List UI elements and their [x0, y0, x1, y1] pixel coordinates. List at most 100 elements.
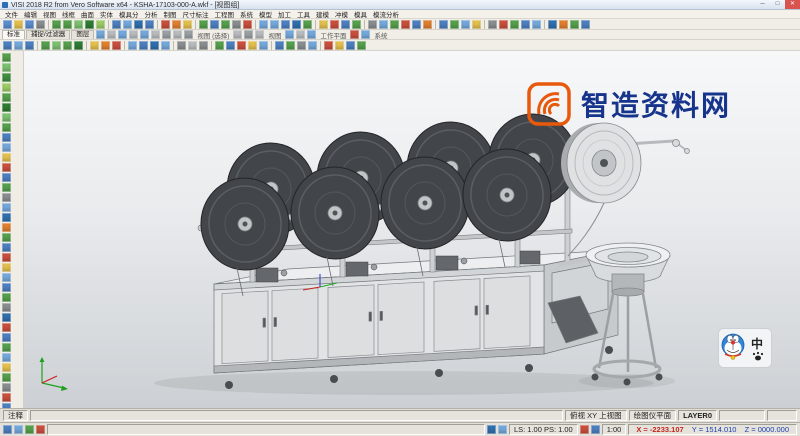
menu-item-7[interactable]: 分析 [142, 9, 161, 19]
toolbar2-icon-11[interactable] [112, 41, 121, 50]
tabrow-g3-icon-0[interactable] [285, 30, 294, 39]
sidebar-icon-10[interactable] [2, 153, 11, 162]
toolbar2-icon-30[interactable] [297, 41, 306, 50]
sidebar-icon-13[interactable] [2, 183, 11, 192]
toolbar1-icon-34[interactable] [341, 20, 350, 29]
tabrow-g2-icon-2[interactable] [255, 30, 264, 39]
sidebar-icon-29[interactable] [2, 343, 11, 352]
menu-item-11[interactable]: 系统 [237, 9, 256, 19]
toolbar2-icon-23[interactable] [226, 41, 235, 50]
menu-item-4[interactable]: 曲面 [78, 9, 97, 19]
sidebar-icon-6[interactable] [2, 113, 11, 122]
toolbar1-icon-50[interactable] [499, 20, 508, 29]
toolbar2-icon-1[interactable] [14, 41, 23, 50]
close-button[interactable]: ✕ [785, 0, 800, 9]
tabrow-g4-icon-0[interactable] [350, 30, 359, 39]
toolbar2-icon-5[interactable] [52, 41, 61, 50]
annotation-label[interactable]: 注释 [3, 410, 28, 421]
work-plane-label[interactable]: 绘图仪平面 [629, 410, 677, 421]
sidebar-icon-19[interactable] [2, 243, 11, 252]
toolbar1-icon-58[interactable] [581, 20, 590, 29]
toolbar1-icon-16[interactable] [161, 20, 170, 29]
toolbar1-icon-49[interactable] [488, 20, 497, 29]
toolbar1-icon-46[interactable] [461, 20, 470, 29]
toolbar1-icon-26[interactable] [259, 20, 268, 29]
toolbar1-icon-56[interactable] [559, 20, 568, 29]
sidebar-icon-2[interactable] [2, 73, 11, 82]
sidebar-icon-18[interactable] [2, 233, 11, 242]
tabrow-g0-icon-1[interactable] [107, 30, 116, 39]
sidebar-icon-7[interactable] [2, 123, 11, 132]
toolbar1-icon-27[interactable] [270, 20, 279, 29]
toolbar1-icon-0[interactable] [3, 20, 12, 29]
toolbar2-icon-15[interactable] [150, 41, 159, 50]
toolbar1-icon-39[interactable] [390, 20, 399, 29]
toolbar1-icon-17[interactable] [172, 20, 181, 29]
toolbar1-icon-41[interactable] [412, 20, 421, 29]
tabrow-g1-icon-3[interactable] [184, 30, 193, 39]
toolbar2-icon-26[interactable] [259, 41, 268, 50]
sidebar-icon-14[interactable] [2, 193, 11, 202]
sidebar-icon-8[interactable] [2, 133, 11, 142]
toolbar-tab-0[interactable]: 标准 [2, 30, 25, 39]
menu-item-8[interactable]: 制图 [161, 9, 180, 19]
toolbar1-icon-42[interactable] [423, 20, 432, 29]
toolbar1-icon-11[interactable] [112, 20, 121, 29]
status-left-icon-2[interactable] [25, 425, 34, 434]
sidebar-icon-31[interactable] [2, 363, 11, 372]
toolbar2-icon-19[interactable] [188, 41, 197, 50]
toolbar2-icon-16[interactable] [161, 41, 170, 50]
toolbar1-icon-47[interactable] [472, 20, 481, 29]
sidebar-icon-22[interactable] [2, 273, 11, 282]
tabrow-g1-icon-1[interactable] [162, 30, 171, 39]
menu-item-6[interactable]: 模具分 [116, 9, 142, 19]
active-layer-label[interactable]: LAYER0 [678, 410, 717, 421]
toolbar1-icon-13[interactable] [134, 20, 143, 29]
minimize-button[interactable]: ─ [755, 0, 770, 9]
toolbar1-icon-3[interactable] [36, 20, 45, 29]
toolbar2-icon-24[interactable] [237, 41, 246, 50]
toolbar1-icon-28[interactable] [281, 20, 290, 29]
sidebar-icon-25[interactable] [2, 303, 11, 312]
sidebar-icon-21[interactable] [2, 263, 11, 272]
toolbar1-icon-44[interactable] [439, 20, 448, 29]
toolbar1-icon-30[interactable] [303, 20, 312, 29]
toolbar2-icon-34[interactable] [335, 41, 344, 50]
toolbar2-icon-14[interactable] [139, 41, 148, 50]
film-reel[interactable] [561, 123, 690, 256]
menu-item-10[interactable]: 工程图 [212, 9, 238, 19]
toolbar2-icon-36[interactable] [357, 41, 366, 50]
menu-item-5[interactable]: 实体 [97, 9, 116, 19]
menu-item-3[interactable]: 线框 [59, 9, 78, 19]
tabrow-g1-icon-2[interactable] [173, 30, 182, 39]
status-mid-icon-1[interactable] [498, 425, 507, 434]
sidebar-icon-27[interactable] [2, 323, 11, 332]
sidebar-icon-9[interactable] [2, 143, 11, 152]
sidebar-icon-34[interactable] [2, 393, 11, 402]
toolbar1-icon-18[interactable] [183, 20, 192, 29]
toolbar2-icon-0[interactable] [3, 41, 12, 50]
toolbar1-icon-2[interactable] [25, 20, 34, 29]
sidebar-icon-16[interactable] [2, 213, 11, 222]
sidebar-icon-32[interactable] [2, 373, 11, 382]
sidebar-icon-1[interactable] [2, 63, 11, 72]
menu-item-2[interactable]: 视图 [40, 9, 59, 19]
toolbar2-icon-10[interactable] [101, 41, 110, 50]
toolbar2-icon-28[interactable] [275, 41, 284, 50]
tabrow-g0-icon-2[interactable] [118, 30, 127, 39]
menu-item-14[interactable]: 工具 [294, 9, 313, 19]
toolbar1-icon-29[interactable] [292, 20, 301, 29]
toolbar1-icon-20[interactable] [199, 20, 208, 29]
status-left-icon-0[interactable] [3, 425, 12, 434]
sidebar-icon-28[interactable] [2, 333, 11, 342]
sidebar-icon-30[interactable] [2, 353, 11, 362]
sidebar-icon-23[interactable] [2, 283, 11, 292]
app-icon[interactable] [2, 2, 8, 8]
toolbar1-icon-21[interactable] [210, 20, 219, 29]
toolbar1-icon-55[interactable] [548, 20, 557, 29]
menu-item-0[interactable]: 文件 [2, 9, 21, 19]
sidebar-icon-15[interactable] [2, 203, 11, 212]
toolbar1-icon-1[interactable] [14, 20, 23, 29]
toolbar1-icon-38[interactable] [379, 20, 388, 29]
toolbar1-icon-14[interactable] [145, 20, 154, 29]
